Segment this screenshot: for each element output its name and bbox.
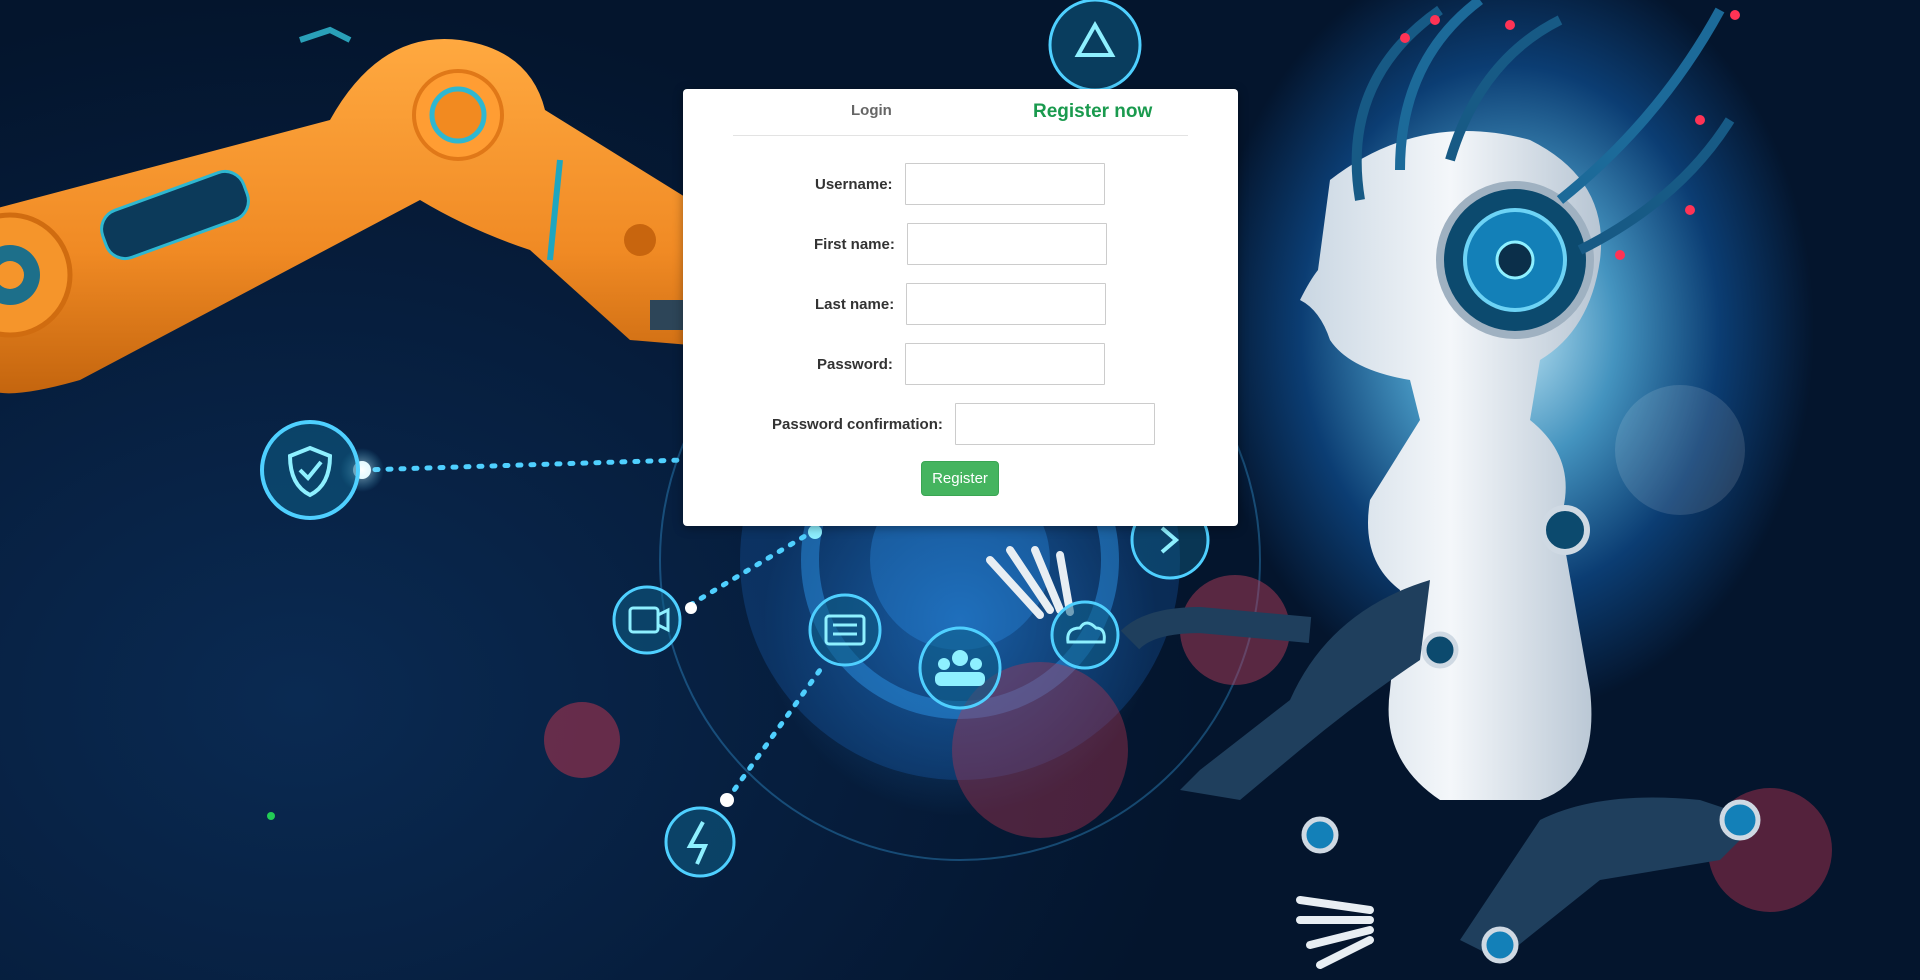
lightning-icon: [664, 806, 736, 878]
password-row: Password:: [817, 341, 1105, 387]
page: Login Register now Username: First name:…: [0, 0, 1920, 980]
first-name-label: First name:: [814, 235, 895, 253]
password-input[interactable]: [904, 343, 1105, 385]
document-icon: [808, 593, 882, 667]
last-name-input[interactable]: [906, 283, 1107, 325]
first-name-input[interactable]: [906, 223, 1107, 265]
username-label: Username:: [815, 175, 893, 193]
username-input[interactable]: [904, 163, 1105, 205]
shield-check-icon: [260, 420, 360, 520]
tab-login[interactable]: Login: [851, 102, 892, 119]
last-name-label: Last name:: [815, 295, 895, 313]
cloud-icon: [1050, 600, 1120, 670]
tab-register-now[interactable]: Register now: [1033, 101, 1152, 123]
register-panel: Login Register now Username: First name:…: [683, 89, 1238, 526]
camera-icon: [612, 585, 682, 655]
username-row: Username:: [815, 161, 1105, 207]
password-confirmation-label: Password confirmation:: [772, 415, 943, 433]
auth-tabs: Login Register now: [733, 89, 1188, 136]
first-name-row: First name:: [814, 221, 1107, 267]
register-button[interactable]: Register: [921, 461, 999, 496]
password-confirmation-row: Password confirmation:: [772, 401, 1155, 447]
team-icon: [918, 626, 1002, 710]
recycle-icon: [1048, 0, 1142, 92]
last-name-row: Last name:: [815, 281, 1107, 327]
password-confirmation-input[interactable]: [954, 403, 1155, 445]
password-label: Password:: [817, 355, 893, 373]
